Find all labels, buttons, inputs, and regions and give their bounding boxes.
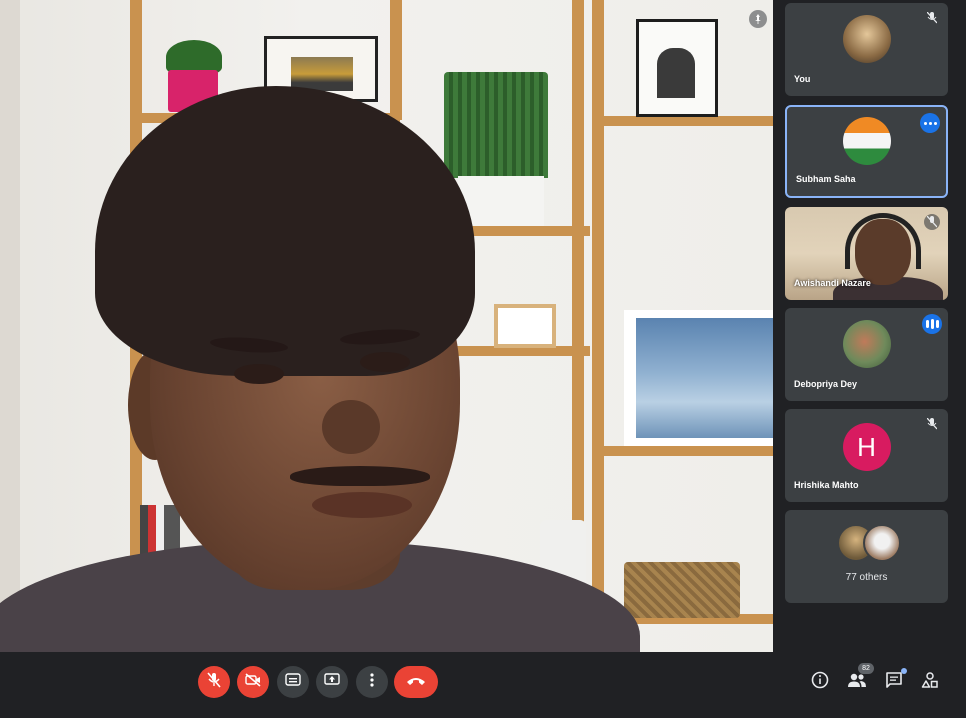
participant-name: Awishandi Nazare xyxy=(794,278,871,288)
picture-frame xyxy=(636,19,718,117)
chat-button[interactable] xyxy=(882,668,907,694)
more-vertical-icon xyxy=(370,672,374,692)
avatar xyxy=(842,15,891,63)
participant-tile-video[interactable]: Awishandi Nazare xyxy=(785,207,948,300)
shelf-post xyxy=(592,0,604,610)
participant-tile-hrishika[interactable]: H Hrishika Mahto xyxy=(785,409,948,502)
others-count-label: 77 others xyxy=(845,572,888,583)
participant-name: Debopriya Dey xyxy=(794,379,858,389)
main-speaker-video[interactable] xyxy=(0,0,773,652)
speaker-eye xyxy=(360,352,410,372)
avatar xyxy=(842,320,891,368)
participant-tile-subham[interactable]: Subham Saha xyxy=(785,105,948,198)
info-icon xyxy=(811,671,829,694)
avatar xyxy=(842,117,891,165)
speaker-mouth xyxy=(312,492,412,518)
speaker-nose xyxy=(322,400,380,454)
participant-name: You xyxy=(794,74,811,84)
participant-name: Hrishika Mahto xyxy=(794,480,859,490)
speaker-mustache xyxy=(290,466,430,486)
leave-call-button[interactable] xyxy=(394,666,438,698)
camera-off-icon xyxy=(245,672,261,692)
picture-frame xyxy=(494,304,556,348)
mic-toggle-button[interactable] xyxy=(198,666,230,698)
participant-tile-debopriya[interactable]: Debopriya Dey xyxy=(785,308,948,401)
mic-off-icon xyxy=(207,671,221,693)
participant-name: Subham Saha xyxy=(796,174,856,184)
present-screen-icon xyxy=(324,672,340,692)
avatar xyxy=(862,524,901,562)
participant-tile-you[interactable]: You xyxy=(785,3,948,96)
wall-painting xyxy=(624,310,773,446)
activities-icon xyxy=(921,671,939,694)
pin-icon[interactable] xyxy=(749,10,767,28)
unread-dot xyxy=(901,668,907,674)
people-icon xyxy=(847,672,867,693)
shelf-post xyxy=(572,0,584,610)
activities-button[interactable] xyxy=(918,670,942,694)
shelf-board xyxy=(604,116,773,126)
meeting-details-button[interactable] xyxy=(808,670,832,694)
more-options-icon[interactable] xyxy=(920,113,940,133)
meet-window: You Subham Saha Awishandi Nazare Debopri… xyxy=(0,0,966,718)
shelf-post xyxy=(390,0,402,120)
more-options-button[interactable] xyxy=(356,666,388,698)
others-avatars xyxy=(836,524,901,562)
headphones xyxy=(845,213,921,269)
captions-button[interactable] xyxy=(277,666,309,698)
hangup-icon xyxy=(406,673,426,691)
captions-icon xyxy=(285,673,301,691)
basket xyxy=(624,562,740,618)
mic-muted-icon xyxy=(924,10,940,26)
grass-plant xyxy=(444,72,548,178)
people-button[interactable]: 82 xyxy=(845,663,874,694)
wall xyxy=(0,0,20,652)
camera-toggle-button[interactable] xyxy=(237,666,269,698)
plant xyxy=(166,40,222,74)
present-screen-button[interactable] xyxy=(316,666,348,698)
call-controls-bar: 82 xyxy=(0,652,966,718)
shelf-board xyxy=(604,446,773,456)
participant-tile-others[interactable]: 77 others xyxy=(785,510,948,603)
participant-count-badge: 82 xyxy=(858,663,874,674)
speaker-eye xyxy=(234,364,284,384)
mic-muted-icon xyxy=(924,214,940,230)
chat-icon xyxy=(885,671,903,694)
avatar-initial: H xyxy=(842,423,891,471)
mic-muted-icon xyxy=(924,416,940,432)
speaking-indicator-icon xyxy=(922,314,942,334)
